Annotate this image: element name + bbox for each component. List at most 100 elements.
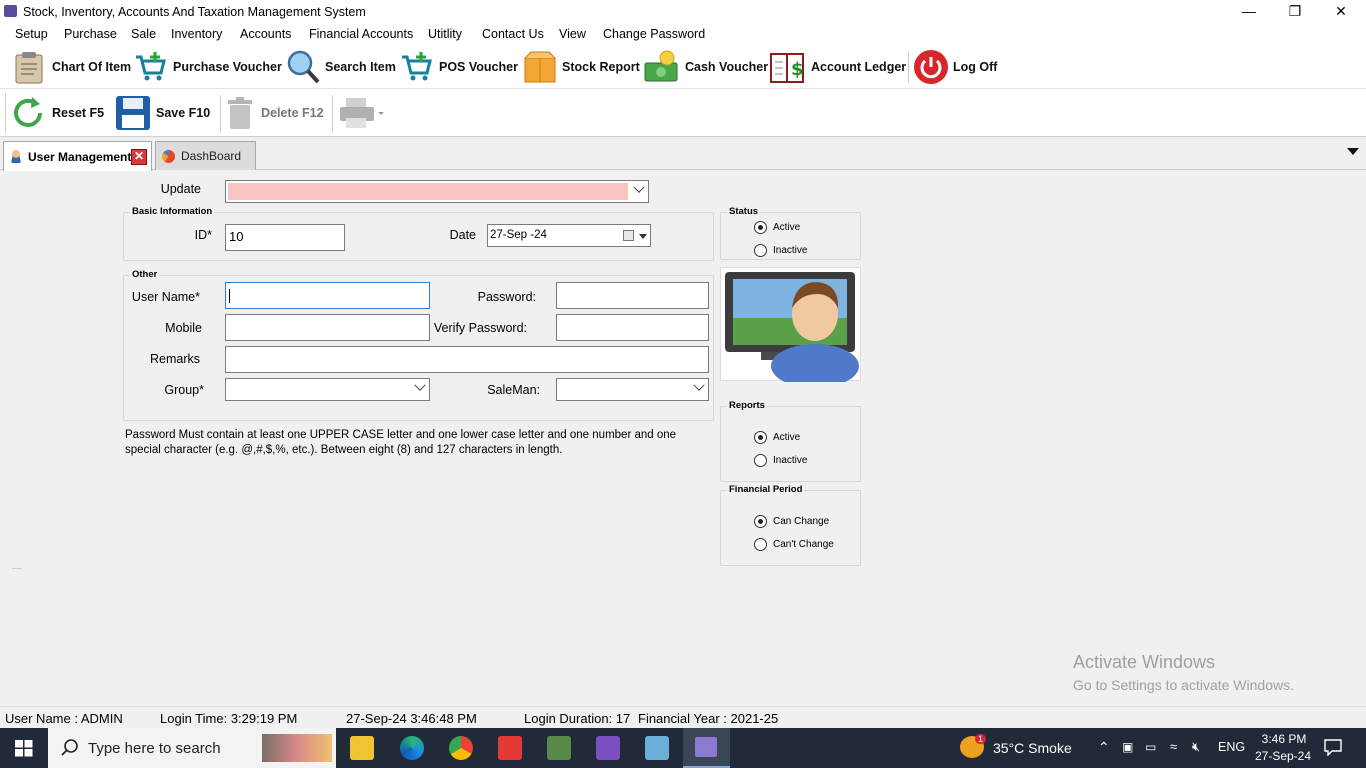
menu-inventory[interactable]: Inventory xyxy=(171,27,222,41)
menu-sale[interactable]: Sale xyxy=(131,27,156,41)
tab-user-management[interactable]: User Management ✕ xyxy=(3,141,152,171)
wifi-icon[interactable]: ≈ xyxy=(1170,739,1177,754)
menu-utility[interactable]: Utitlity xyxy=(428,27,462,41)
active-app-tab[interactable] xyxy=(683,728,730,768)
menu-purchase[interactable]: Purchase xyxy=(64,27,117,41)
mobile-field[interactable] xyxy=(225,314,430,341)
account-ledger-label: Account Ledger xyxy=(811,60,907,74)
tab-list-dropdown-icon[interactable] xyxy=(1347,148,1359,155)
save-button[interactable]: Save F10 xyxy=(114,94,210,132)
chevron-up-icon[interactable]: ⌃ xyxy=(1098,739,1110,756)
title-bar: Stock, Inventory, Accounts And Taxation … xyxy=(0,0,1366,23)
date-picker[interactable]: 27-Sep -24 xyxy=(487,224,651,247)
cash-icon xyxy=(644,50,678,82)
stock-report-label: Stock Report xyxy=(562,60,640,74)
reports-inactive-radio[interactable]: Inactive xyxy=(754,454,807,467)
divider xyxy=(12,568,22,569)
menu-view[interactable]: View xyxy=(559,27,586,41)
update-select[interactable] xyxy=(225,180,649,203)
status-login-time: Login Time: 3:29:19 PM xyxy=(160,711,298,726)
menu-setup[interactable]: Setup xyxy=(15,27,48,41)
other-title: Other xyxy=(130,269,160,280)
svg-text:$: $ xyxy=(791,59,804,80)
notes-app-icon[interactable] xyxy=(645,736,669,760)
status-active-label: Active xyxy=(773,222,801,233)
status-login-duration: Login Duration: 17 xyxy=(524,711,631,726)
reset-button[interactable]: Reset F5 xyxy=(10,94,104,132)
menu-financial-accounts[interactable]: Financial Accounts xyxy=(309,27,413,41)
battery-icon[interactable]: ▭ xyxy=(1145,740,1156,754)
log-off-button[interactable]: Log Off xyxy=(913,48,997,86)
status-bar: User Name : ADMIN Login Time: 3:29:19 PM… xyxy=(0,706,1366,728)
reports-title: Reports xyxy=(727,400,767,411)
language-indicator[interactable]: ENG xyxy=(1218,740,1245,754)
visual-studio-icon[interactable] xyxy=(596,736,620,760)
status-active-radio[interactable]: Active xyxy=(754,221,800,234)
username-label: User Name* xyxy=(131,290,200,304)
toolbar-separator xyxy=(332,95,333,133)
menu-change-password[interactable]: Change Password xyxy=(603,27,705,41)
password-field[interactable] xyxy=(556,282,709,309)
can-change-radio[interactable]: Can Change xyxy=(754,515,829,528)
document-tabs: User Management ✕ DashBoard xyxy=(0,138,1366,171)
weather-text[interactable]: 35°C Smoke xyxy=(993,740,1072,756)
cart-add-icon xyxy=(136,52,166,81)
file-explorer-icon[interactable] xyxy=(350,736,374,760)
weather-badge: 1 xyxy=(975,734,987,744)
calendar-icon[interactable] xyxy=(623,230,634,241)
id-field[interactable]: 10 xyxy=(225,224,345,251)
status-inactive-radio[interactable]: Inactive xyxy=(754,244,807,257)
cant-change-radio[interactable]: Can't Change xyxy=(754,538,834,551)
refresh-icon xyxy=(14,97,42,127)
windows-start-icon[interactable] xyxy=(15,740,33,757)
menu-accounts[interactable]: Accounts xyxy=(240,27,291,41)
clipboard-icon xyxy=(15,52,43,84)
restore-button[interactable]: ❐ xyxy=(1272,0,1318,23)
close-button[interactable]: ✕ xyxy=(1318,0,1364,23)
status-financial-year: Financial Year : 2021-25 xyxy=(638,711,779,726)
chrome-icon[interactable] xyxy=(449,736,473,760)
saleman-select[interactable] xyxy=(556,378,709,401)
search-item-button[interactable]: Search Item xyxy=(285,48,396,86)
clock-date[interactable]: 27-Sep-24 xyxy=(1252,749,1314,763)
menu-contact-us[interactable]: Contact Us xyxy=(482,27,544,41)
id-label: ID* xyxy=(194,228,212,242)
can-change-label: Can Change xyxy=(773,516,830,527)
volume-muted-icon[interactable]: 🔇︎ xyxy=(1192,739,1200,755)
user-avatar[interactable] xyxy=(720,267,861,388)
chart-of-item-button[interactable]: Chart Of Item xyxy=(10,48,131,86)
close-tab-icon[interactable]: ✕ xyxy=(131,149,147,165)
chevron-down-icon xyxy=(414,379,426,391)
edge-icon[interactable] xyxy=(400,736,424,760)
tab-dashboard[interactable]: DashBoard xyxy=(155,141,256,170)
minimize-button[interactable]: — xyxy=(1226,0,1272,23)
delete-button[interactable]: Delete F12 xyxy=(225,94,324,132)
device-icon[interactable]: ▣ xyxy=(1122,740,1133,754)
anydesk-icon[interactable] xyxy=(498,736,522,760)
chevron-down-icon xyxy=(693,379,705,391)
print-button[interactable] xyxy=(338,94,388,132)
account-ledger-button[interactable]: $ Account Ledger xyxy=(769,48,906,86)
cash-voucher-button[interactable]: Cash Voucher xyxy=(643,48,768,86)
clock-time[interactable]: 3:46 PM xyxy=(1259,732,1309,746)
chevron-down-icon xyxy=(639,234,647,239)
tab-user-management-label: User Management xyxy=(28,149,132,164)
user-at-monitor-icon xyxy=(725,272,859,388)
notification-icon[interactable] xyxy=(1324,739,1342,756)
remarks-field[interactable] xyxy=(225,346,709,373)
toolbar-separator xyxy=(908,51,909,83)
group-select[interactable] xyxy=(225,378,430,401)
reports-active-radio[interactable]: Active xyxy=(754,431,800,444)
activate-windows-subtitle: Go to Settings to activate Windows. xyxy=(1073,677,1294,693)
search-placeholder: Type here to search xyxy=(88,740,221,757)
username-field[interactable] xyxy=(225,282,430,309)
taskbar-search-box[interactable]: Type here to search xyxy=(48,728,336,768)
verify-password-field[interactable] xyxy=(556,314,709,341)
purchase-voucher-button[interactable]: Purchase Voucher xyxy=(133,48,282,86)
tools-icon[interactable] xyxy=(547,736,571,760)
power-icon xyxy=(914,50,948,84)
pos-voucher-label: POS Voucher xyxy=(439,60,518,74)
box-icon xyxy=(524,51,556,83)
stock-report-button[interactable]: Stock Report xyxy=(522,48,640,86)
pos-voucher-button[interactable]: POS Voucher xyxy=(399,48,518,86)
